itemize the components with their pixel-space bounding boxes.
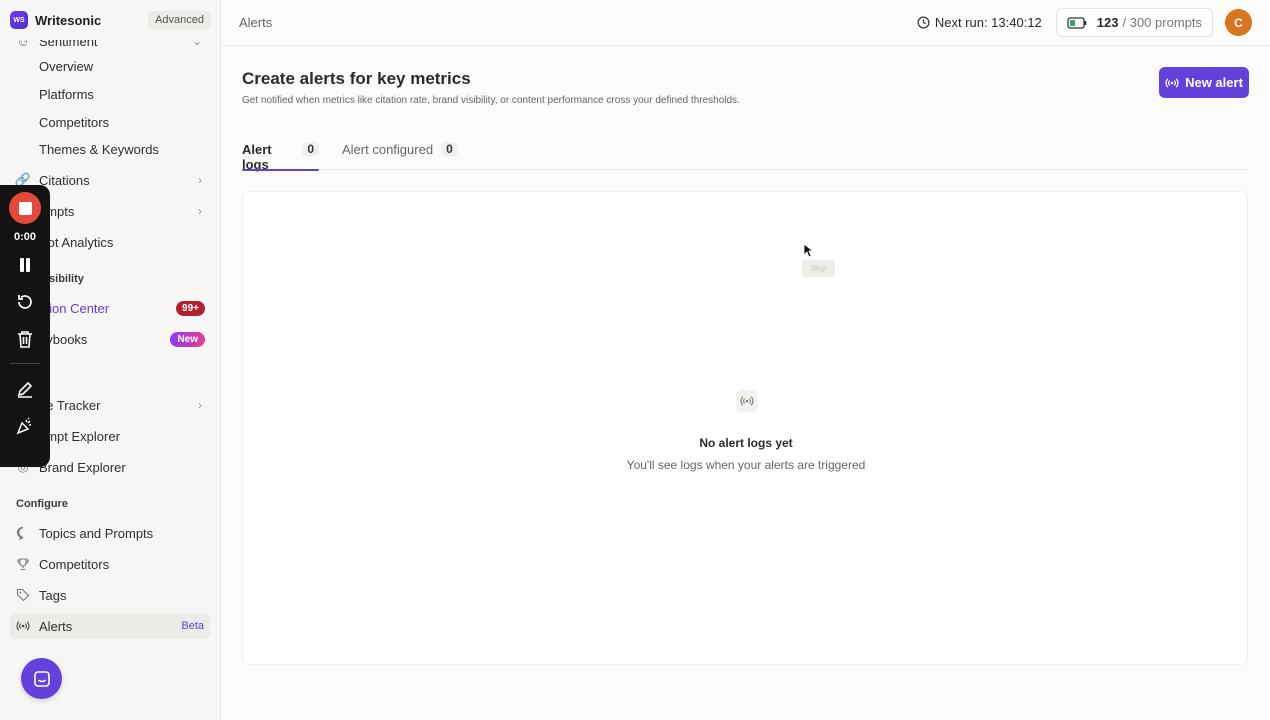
recording-timer: 0:00 xyxy=(13,231,37,243)
brand-header: WS Writesonic Advanced xyxy=(0,0,220,40)
prompt-usage[interactable]: 123 / 300 prompts xyxy=(1055,8,1213,37)
restart-icon xyxy=(18,295,32,309)
stop-recording-button[interactable] xyxy=(9,192,41,224)
delete-recording-button[interactable] xyxy=(13,327,37,351)
usage-used: 123 xyxy=(1096,15,1119,30)
sidebar-item-label: Overview xyxy=(39,58,94,74)
sidebar-item-tags[interactable]: Tags xyxy=(10,582,210,608)
sidebar-item-label: Bot Analytics xyxy=(39,234,114,250)
new-alert-label: New alert xyxy=(1185,75,1243,90)
sidebar-item-alerts[interactable]: Alerts Beta xyxy=(10,613,210,639)
tab-label: Alert logs xyxy=(242,142,272,172)
new-alert-button[interactable]: New alert xyxy=(1159,67,1249,98)
sidebar-item-label: ompt Explorer xyxy=(39,428,120,444)
sidebar-item-label: Competitors xyxy=(39,114,110,130)
sidebar-item-label: Citations xyxy=(39,172,90,188)
alert-logs-panel: No alert logs yet You'll see logs when y… xyxy=(242,191,1248,665)
pause-icon xyxy=(20,258,30,272)
tab-alert-logs[interactable]: Alert logs 0 xyxy=(242,138,319,172)
draw-button[interactable] xyxy=(13,377,37,401)
sidebar-item-competitors-sub[interactable]: Competitors xyxy=(10,109,210,135)
chat-bubble-icon xyxy=(16,526,30,540)
sidebar-item-competitors[interactable]: Competitors xyxy=(10,551,210,577)
usage-total: / 300 prompts xyxy=(1122,15,1203,30)
tab-count: 0 xyxy=(441,142,458,156)
empty-state-title: No alert logs yet xyxy=(699,436,793,450)
restart-button[interactable] xyxy=(13,290,37,314)
chevron-right-icon: › xyxy=(198,173,202,187)
empty-state-subtitle: You'll see logs when your alerts are tri… xyxy=(626,458,866,472)
clock-icon xyxy=(917,16,930,29)
sidebar-item-overview[interactable]: Overview xyxy=(10,53,210,79)
effects-button[interactable] xyxy=(13,414,37,438)
page-title: Create alerts for key metrics xyxy=(242,69,471,88)
pencil-icon xyxy=(17,381,33,398)
sidebar-item-label: Topics and Prompts xyxy=(39,525,154,541)
tab-alert-configured[interactable]: Alert configured 0 xyxy=(342,138,458,170)
battery-icon xyxy=(1067,16,1087,29)
screen-recorder-toolbar: 0:00 xyxy=(0,185,50,467)
sidebar-item-label: Platforms xyxy=(39,86,94,102)
writesonic-logo-icon: WS xyxy=(10,11,28,29)
avatar[interactable]: C xyxy=(1225,9,1252,36)
sidebar-item-label: Competitors xyxy=(39,556,110,572)
new-badge: New xyxy=(170,331,205,347)
avatar-initial: C xyxy=(1234,15,1243,30)
tooltip: Skip xyxy=(802,260,835,277)
sidebar-item-label: Tags xyxy=(39,587,67,603)
tab-count: 0 xyxy=(302,142,319,156)
broadcast-icon xyxy=(1165,77,1179,88)
breadcrumb: Alerts xyxy=(239,15,273,30)
sidebar-item-platforms[interactable]: Platforms xyxy=(10,81,210,107)
chevron-right-icon: › xyxy=(198,204,202,218)
broadcast-icon xyxy=(16,619,30,633)
page-subtitle: Get notified when metrics like citation … xyxy=(242,95,740,106)
next-run-text: Next run: 13:40:12 xyxy=(934,15,1042,30)
sidebar-item-topics-prompts[interactable]: Topics and Prompts xyxy=(10,520,210,546)
support-chat-button[interactable] xyxy=(21,658,62,699)
section-label-configure: Configure xyxy=(16,498,68,510)
confetti-icon xyxy=(16,417,31,435)
count-badge: 99+ xyxy=(176,300,205,316)
brand-name: Writesonic xyxy=(35,12,102,28)
sidebar-item-label: Themes & Keywords xyxy=(39,141,159,157)
trophy-icon xyxy=(16,557,30,571)
broadcast-icon xyxy=(736,390,758,412)
chat-icon xyxy=(33,670,50,687)
plan-badge[interactable]: Advanced xyxy=(148,11,211,29)
sidebar-item-label: Alerts xyxy=(39,618,73,634)
tag-icon xyxy=(16,588,30,602)
tab-bar: Alert logs 0 Alert configured 0 xyxy=(242,138,1248,172)
sidebar-item-label: Brand Explorer xyxy=(39,459,126,475)
next-run-indicator: Next run: 13:40:12 xyxy=(917,15,1042,30)
beta-badge: Beta xyxy=(181,620,204,632)
divider xyxy=(10,363,40,364)
top-bar: Alerts Next run: 13:40:12 123 / 300 prom… xyxy=(221,0,1270,46)
sidebar-item-themes-keywords[interactable]: Themes & Keywords xyxy=(10,136,210,162)
tab-label: Alert configured xyxy=(342,142,434,157)
trash-icon xyxy=(18,331,32,348)
pause-button[interactable] xyxy=(13,253,37,277)
chevron-right-icon: › xyxy=(198,398,202,412)
